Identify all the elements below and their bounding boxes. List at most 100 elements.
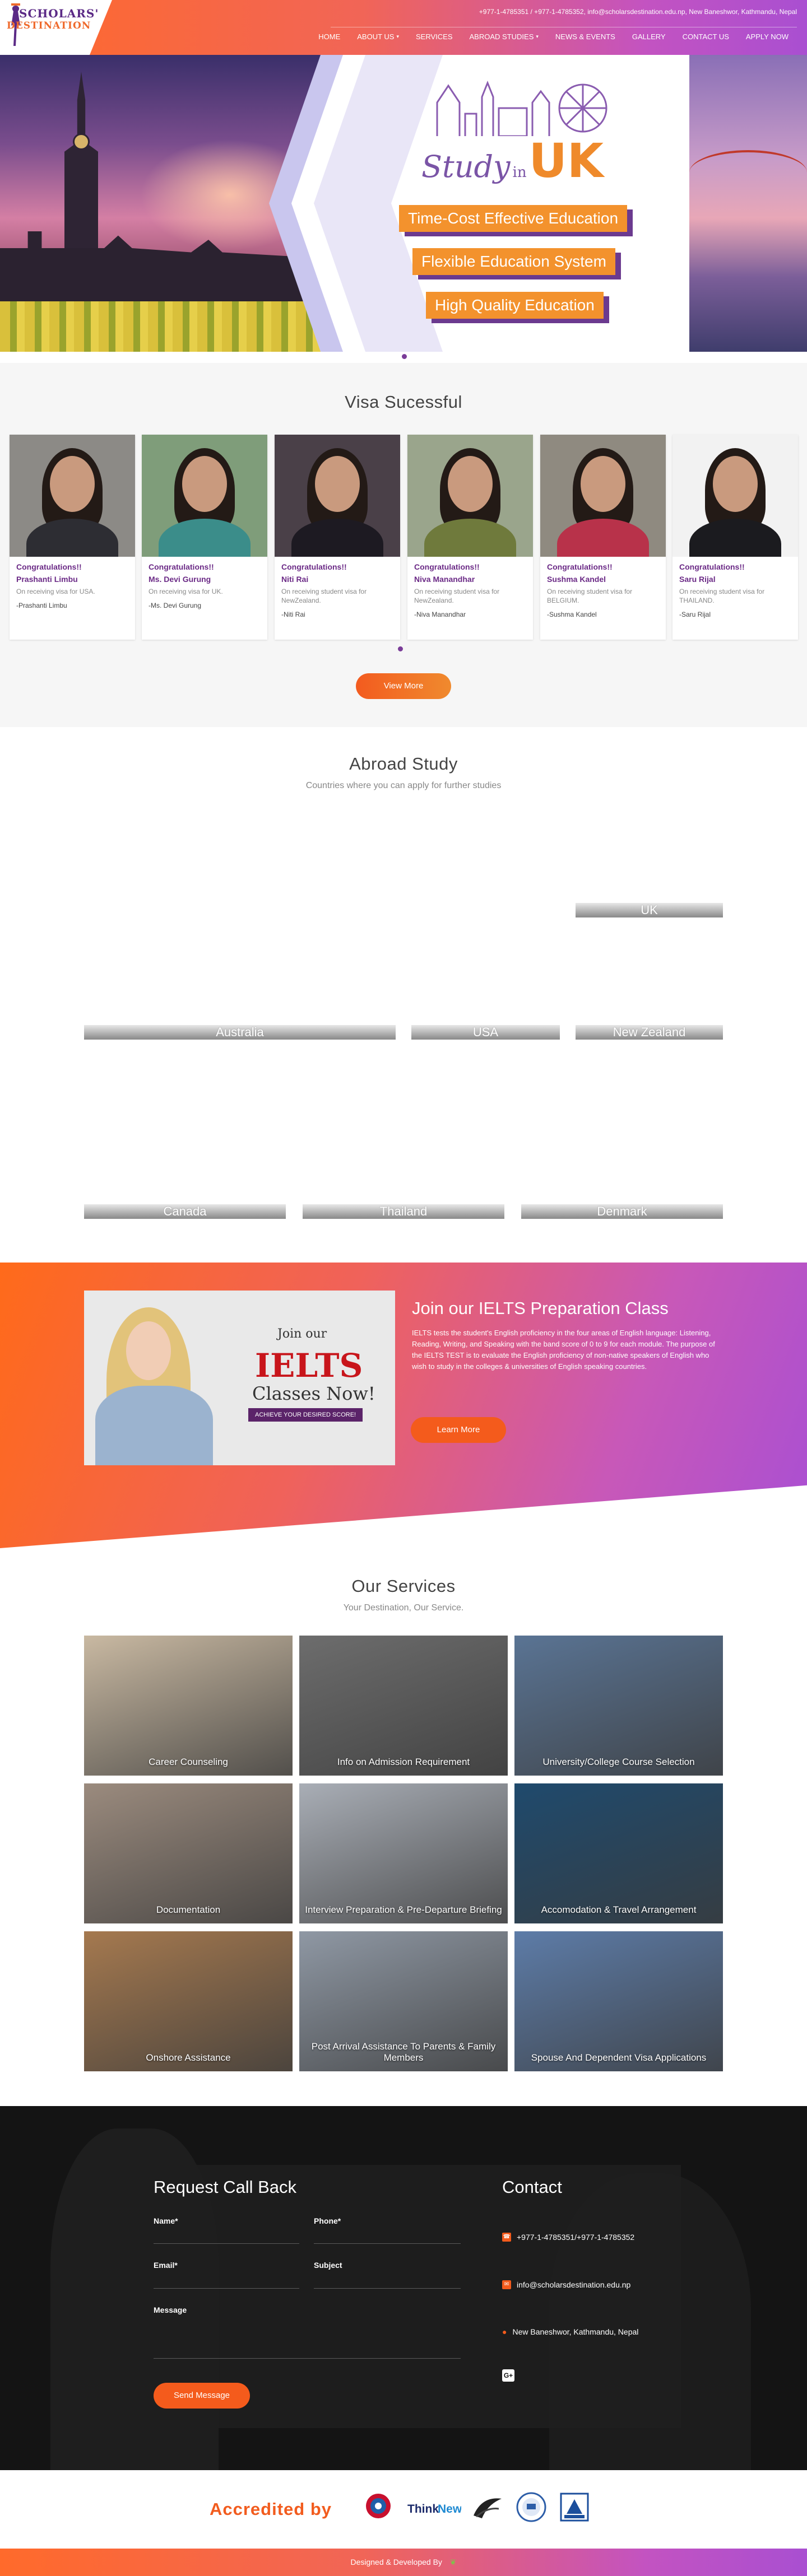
visa-congrats: Congratulations!! bbox=[679, 562, 745, 571]
hero-badge: Flexible Education System bbox=[412, 248, 615, 275]
phone-icon: ☎ bbox=[502, 2233, 511, 2242]
nav-label: APPLY NOW bbox=[745, 32, 789, 41]
service-label: Spouse And Dependent Visa Applications bbox=[531, 2052, 707, 2063]
nav-contact-us[interactable]: CONTACT US bbox=[674, 32, 738, 41]
logo[interactable]: SCHOLARS' DESTINATION bbox=[7, 7, 98, 46]
nav-label: CONTACT US bbox=[682, 32, 729, 41]
visa-card[interactable]: Congratulations!! Ms. Devi Gurung On recei… bbox=[142, 435, 267, 640]
photo-face bbox=[182, 456, 227, 512]
student-photo bbox=[407, 435, 533, 557]
message-field[interactable] bbox=[154, 2358, 461, 2359]
promo-ielts-text: IELTS bbox=[255, 1347, 363, 1385]
contact-email[interactable]: ✉ info@scholarsdestination.edu.np bbox=[502, 2280, 630, 2289]
service-card[interactable]: Spouse And Dependent Visa Applications bbox=[514, 1931, 723, 2071]
name-field[interactable] bbox=[154, 2243, 299, 2244]
service-card[interactable]: Career Counseling bbox=[84, 1636, 293, 1776]
student-photo bbox=[142, 435, 267, 557]
photo-face bbox=[581, 456, 625, 512]
woman-body bbox=[95, 1386, 213, 1465]
chevron-down-icon: ▾ bbox=[396, 34, 399, 39]
service-card[interactable]: Post Arrival Assistance To Parents & Fam… bbox=[299, 1931, 508, 2071]
service-label: Interview Preparation & Pre-Departure Br… bbox=[305, 1904, 502, 1915]
nav-label: SERVICES bbox=[416, 32, 453, 41]
hero-badge: Time-Cost Effective Education bbox=[399, 205, 628, 232]
study-word: Study bbox=[421, 149, 511, 184]
study-in-uk-title: Study in UK bbox=[421, 133, 657, 195]
contact-address: ● New Baneshwor, Kathmandu, Nepal bbox=[502, 2327, 638, 2336]
photo-clothing bbox=[557, 519, 649, 557]
email-label: Email* bbox=[154, 2261, 178, 2270]
request-callback-title: Request Call Back bbox=[154, 2177, 297, 2197]
email-icon: ✉ bbox=[502, 2280, 511, 2289]
contact-phone-text: +977-1-4785351/+977-1-4785352 bbox=[517, 2233, 635, 2242]
country-label: UK bbox=[576, 903, 723, 917]
visa-student-name: Saru Rijal bbox=[679, 575, 716, 584]
phone-field[interactable] bbox=[314, 2243, 461, 2244]
country-card-thailand[interactable]: Thailand bbox=[303, 1053, 504, 1219]
abroad-study-subtitle: Countries where you can apply for furthe… bbox=[305, 781, 502, 790]
visa-card[interactable]: Congratulations!! Saru Rijal On receiving … bbox=[672, 435, 798, 640]
service-card[interactable]: Accomodation & Travel Arrangement bbox=[514, 1783, 723, 1923]
service-card[interactable]: Info on Admission Requirement bbox=[299, 1636, 508, 1776]
ielts-description: IELTS tests the student's English profic… bbox=[412, 1329, 715, 1371]
visa-signature: -Niva Manandhar bbox=[414, 611, 466, 618]
visa-student-name: Niva Manandhar bbox=[414, 575, 475, 584]
contact-phone[interactable]: ☎ +977-1-4785351/+977-1-4785352 bbox=[502, 2233, 634, 2242]
visa-congrats: Congratulations!! bbox=[149, 562, 214, 571]
visa-student-name: Niti Rai bbox=[281, 575, 309, 584]
country-card-canada[interactable]: Canada bbox=[84, 1053, 286, 1219]
abroad-study-title: Abroad Study bbox=[349, 754, 458, 774]
visa-signature: -Saru Rijal bbox=[679, 611, 711, 618]
visa-congrats: Congratulations!! bbox=[16, 562, 82, 571]
contact-title: Contact bbox=[502, 2177, 562, 2197]
visa-section-title: Visa Sucessful bbox=[345, 392, 462, 412]
country-label: Canada bbox=[84, 1204, 286, 1219]
student-photo bbox=[540, 435, 666, 557]
slider-dot[interactable] bbox=[402, 354, 407, 359]
nav-label: ABROAD STUDIES bbox=[469, 32, 534, 41]
service-card[interactable]: Interview Preparation & Pre-Departure Br… bbox=[299, 1783, 508, 1923]
learn-more-button[interactable]: Learn More bbox=[411, 1417, 506, 1443]
visa-signature: -Niti Rai bbox=[281, 611, 305, 618]
country-card-australia[interactable]: Australia bbox=[84, 930, 396, 1040]
ielts-promo-image: Join our IELTS Classes Now! ACHIEVE YOUR… bbox=[84, 1291, 395, 1465]
service-label: Accomodation & Travel Arrangement bbox=[541, 1904, 697, 1915]
nav-news-events[interactable]: NEWS & EVENTS bbox=[547, 32, 624, 41]
uk-word: UK bbox=[528, 133, 604, 188]
country-card-new-zealand[interactable]: New Zealand bbox=[576, 930, 723, 1040]
visa-congrats: Congratulations!! bbox=[547, 562, 613, 571]
nav-apply-now[interactable]: APPLY NOW bbox=[738, 32, 797, 41]
carousel-dot[interactable] bbox=[398, 646, 403, 651]
visa-card[interactable]: Congratulations!! Niva Manandhar On receiv… bbox=[407, 435, 533, 640]
service-label: University/College Course Selection bbox=[542, 1757, 695, 1767]
visa-congrats: Congratulations!! bbox=[414, 562, 480, 571]
send-message-button[interactable]: Send Message bbox=[154, 2383, 250, 2409]
accredited-label: Accredited by bbox=[210, 2499, 332, 2519]
visa-card[interactable]: Congratulations!! Niti Rai On receiving st… bbox=[275, 435, 400, 640]
promo-score-pill: ACHIEVE YOUR DESIRED SCORE! bbox=[248, 1408, 363, 1422]
hero-slider[interactable]: Study in UK Time-Cost Effective Educatio… bbox=[0, 55, 807, 352]
nav-label: GALLERY bbox=[632, 32, 666, 41]
email-field[interactable] bbox=[154, 2288, 299, 2289]
google-plus-icon[interactable]: G+ bbox=[502, 2369, 514, 2382]
visa-card[interactable]: Congratulations!! Sushma Kandel On receivi… bbox=[540, 435, 666, 640]
view-more-button[interactable]: View More bbox=[356, 673, 451, 699]
nav-about-us[interactable]: ABOUT US ▾ bbox=[349, 32, 407, 41]
developer-leaf-icon[interactable]: ❦ bbox=[450, 2558, 457, 2566]
photo-clothing bbox=[424, 519, 516, 557]
nav-services[interactable]: SERVICES bbox=[407, 32, 461, 41]
service-label: Career Counseling bbox=[149, 1757, 228, 1767]
service-card[interactable]: Documentation bbox=[84, 1783, 293, 1923]
visa-student-name: Sushma Kandel bbox=[547, 575, 606, 584]
visa-card[interactable]: Congratulations!! Prashanti Limbu On recei… bbox=[10, 435, 135, 640]
country-card-usa[interactable]: USA bbox=[411, 930, 560, 1040]
nav-gallery[interactable]: GALLERY bbox=[624, 32, 674, 41]
service-card[interactable]: University/College Course Selection bbox=[514, 1636, 723, 1776]
subject-field[interactable] bbox=[314, 2288, 461, 2289]
service-card[interactable]: Onshore Assistance bbox=[84, 1931, 293, 2071]
nav-abroad-studies[interactable]: ABROAD STUDIES ▾ bbox=[461, 32, 547, 41]
country-card-denmark[interactable]: Denmark bbox=[521, 1053, 723, 1219]
country-card-uk[interactable]: UK bbox=[576, 807, 723, 917]
clock-face bbox=[73, 133, 90, 150]
nav-home[interactable]: HOME bbox=[310, 32, 349, 41]
